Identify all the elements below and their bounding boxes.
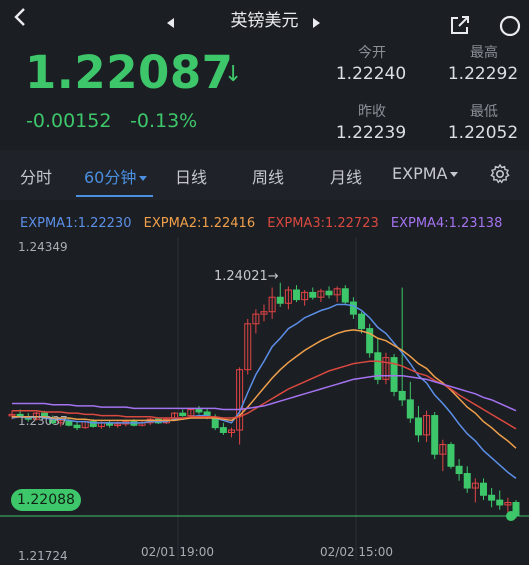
candle-body	[398, 390, 406, 401]
y-axis-mid-label: 1.23037	[18, 414, 68, 428]
low-value: 1.22052	[447, 123, 519, 143]
candle-body	[179, 412, 187, 417]
price-change: -0.00152	[26, 110, 112, 132]
candle-body	[73, 424, 81, 429]
candle-body	[349, 301, 357, 315]
tab-intraday[interactable]: 分时	[20, 164, 52, 188]
top-bar: 英镑美元	[0, 0, 529, 36]
prev-close-label: 昨收	[358, 104, 386, 120]
share-icon[interactable]	[449, 14, 471, 36]
candle-body	[341, 288, 349, 303]
candle-body	[276, 296, 284, 304]
candle-body	[488, 494, 496, 501]
series-line-expma3	[12, 360, 517, 430]
tab-60min[interactable]: 60分钟	[84, 164, 148, 188]
series-line-expma1	[11, 303, 517, 479]
series-line-expma2	[12, 329, 517, 449]
period-tabs: 分时 60分钟 日线 周线 月线 EXPMA	[0, 150, 529, 200]
candle-body	[455, 465, 463, 475]
candle-body	[195, 409, 203, 413]
current-price: 1.22087	[25, 46, 234, 99]
gear-icon[interactable]	[489, 163, 511, 185]
candle-body	[293, 289, 301, 301]
tab-monthly[interactable]: 月线	[330, 164, 362, 188]
open-value: 1.22240	[335, 64, 407, 84]
tab-indicator-label: EXPMA	[392, 164, 448, 183]
x-axis-label-2: 02/02 15:00	[320, 545, 393, 559]
candle-body	[358, 313, 366, 330]
chevron-down-icon	[139, 176, 148, 181]
candle-body	[447, 444, 455, 467]
y-axis-bottom-label: 1.21724	[18, 549, 68, 563]
candlestick-chart[interactable]	[0, 205, 529, 565]
y-axis-top-label: 1.24349	[18, 240, 68, 254]
candle-body	[211, 417, 219, 429]
prev-close-value: 1.22239	[335, 123, 407, 143]
search-icon[interactable]	[497, 14, 523, 36]
x-axis-label-1: 02/01 19:00	[141, 545, 214, 559]
next-symbol-icon[interactable]	[313, 18, 320, 28]
candle-body	[309, 291, 317, 298]
candle-body	[219, 427, 227, 433]
candle-body	[325, 290, 333, 296]
low-label: 最低	[470, 104, 498, 120]
candle-body	[414, 417, 422, 436]
current-price-dot	[506, 511, 516, 522]
high-value: 1.22292	[447, 64, 519, 84]
price-change-percent: -0.13%	[130, 110, 198, 132]
candle-body	[431, 415, 439, 455]
arrow-down-icon: ↓	[224, 62, 243, 87]
tab-weekly[interactable]: 周线	[252, 164, 284, 188]
candle-body	[479, 482, 487, 496]
high-annotation: 1.24021→	[214, 269, 279, 284]
open-label: 今开	[358, 45, 386, 61]
current-price-marker: 1.22088	[11, 489, 81, 511]
chevron-down-icon	[450, 172, 459, 177]
tab-60min-label: 60分钟	[84, 168, 137, 187]
high-label: 最高	[470, 45, 498, 61]
tab-indicator[interactable]: EXPMA	[392, 164, 459, 183]
candle-body	[463, 473, 471, 489]
tab-daily[interactable]: 日线	[175, 164, 207, 188]
candle-body	[496, 499, 504, 506]
active-tab-indicator	[76, 195, 153, 197]
candle-body	[406, 399, 414, 419]
